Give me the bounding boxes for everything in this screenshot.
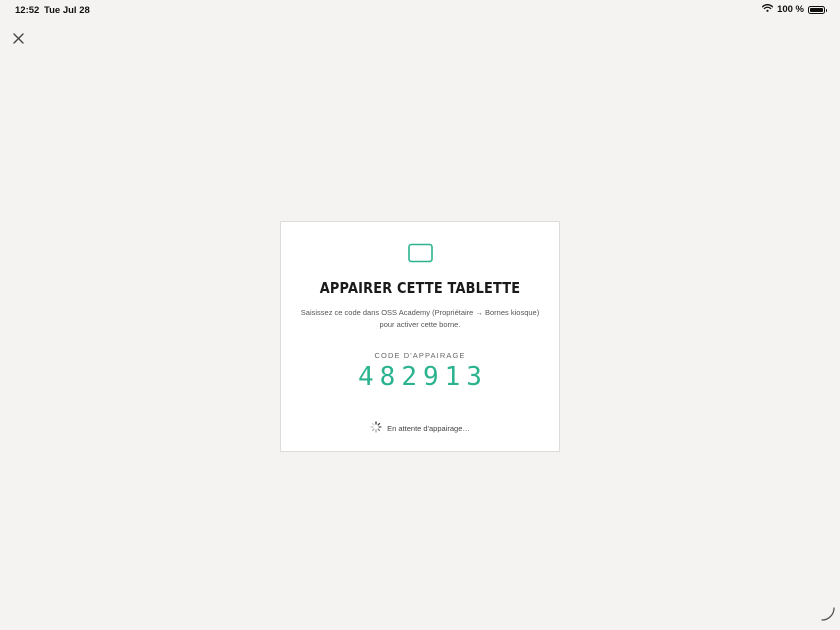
card-description: Saisissez ce code dans OSS Academy (Prop… (300, 308, 540, 329)
spinner-icon (370, 421, 382, 435)
battery-text: 100 % (777, 4, 804, 15)
status-time: 12:52 (15, 5, 40, 16)
status-indicators: 100 % (761, 4, 827, 15)
close-icon (12, 32, 24, 44)
code-label: CODE D'APPAIRAGE (374, 351, 466, 360)
tablet-icon (408, 243, 433, 268)
waiting-text: En attente d'appairage… (387, 423, 470, 433)
battery-icon (808, 5, 827, 14)
loading-arc-icon (820, 606, 836, 627)
pairing-screen: 12:52 Tue Jul 28 100 % APPAIRER CETTE TA… (0, 0, 840, 630)
close-button[interactable] (9, 29, 27, 47)
wifi-icon (761, 4, 774, 15)
waiting-status: En attente d'appairage… (281, 421, 559, 435)
card-title: APPAIRER CETTE TABLETTE (319, 279, 521, 297)
pairing-card: APPAIRER CETTE TABLETTE Saisissez ce cod… (280, 221, 560, 452)
status-bar: 12:52 Tue Jul 28 100 % (0, 0, 840, 20)
pairing-code: 482913 (358, 362, 488, 392)
status-date: Tue Jul 28 (44, 5, 90, 16)
